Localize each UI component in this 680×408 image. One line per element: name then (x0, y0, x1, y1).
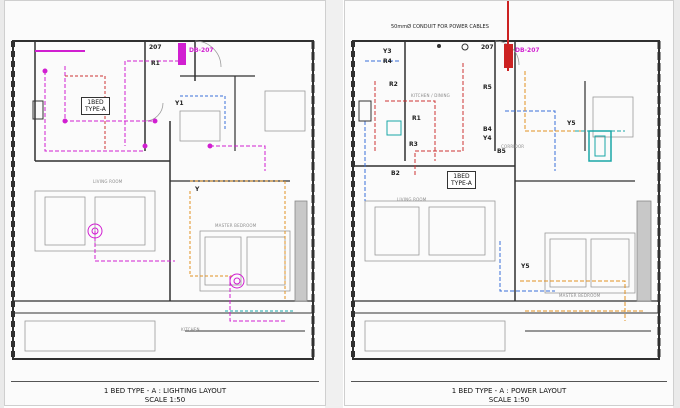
tag-r1: R1 (412, 115, 421, 122)
tag-b4: B4 (483, 126, 492, 133)
lighting-floor-plan (11, 40, 315, 360)
furniture (24, 40, 308, 352)
tag-r2: R2 (389, 81, 398, 88)
tag-r1: R1 (151, 60, 160, 67)
tag-r5: R5 (483, 84, 492, 91)
room-living: LIVING ROOM (93, 179, 123, 184)
power-circuits (364, 60, 645, 321)
tag-y3: Y3 (383, 48, 392, 55)
caption-rule (11, 381, 319, 382)
unit-label-line1: 1BED (453, 173, 470, 180)
caption-rule (351, 381, 667, 382)
power-layout-sheet: 50mmØ CONDUIT FOR POWER CABLES 1BED TYPE… (344, 0, 674, 406)
light-fixtures (32, 68, 245, 289)
room-master: MASTER BEDROOM (559, 293, 601, 298)
lighting-caption-scale: SCALE 1:50 (144, 396, 186, 404)
power-caption-title: 1 BED TYPE - A : POWER LAYOUT (451, 387, 567, 395)
center-gutter (325, 0, 343, 408)
tag-b5: B5 (497, 148, 506, 155)
unit-label-line2: TYPE-A (85, 106, 106, 113)
furniture (364, 40, 652, 352)
unit-label-box: 1BED TYPE-A (81, 97, 110, 115)
room-master: MASTER BEDROOM (215, 223, 257, 228)
distribution-board-icon (178, 43, 186, 65)
tag-y: Y (195, 186, 200, 193)
room-living: LIVING ROOM (397, 197, 427, 202)
tag-y5-lower: Y5 (521, 263, 530, 270)
room-kitchen: KITCHEN / DINING (411, 93, 450, 98)
tag-y5-upper: Y5 (567, 120, 576, 127)
tag-b2: B2 (391, 170, 400, 177)
room-kitchen: KITCHEN (181, 327, 200, 332)
unit-label-line2: TYPE-A (451, 180, 472, 187)
unit-label-box: 1BED TYPE-A (447, 171, 476, 189)
db-tag: DB-207 (515, 47, 540, 54)
tag-y1: Y1 (175, 100, 184, 107)
room-number: 207 (481, 44, 494, 51)
lighting-caption-title: 1 BED TYPE - A : LIGHTING LAYOUT (103, 387, 227, 395)
tag-r3: R3 (409, 141, 418, 148)
power-caption-scale: SCALE 1:50 (488, 396, 530, 404)
lighting-layout-sheet: 1BED TYPE-A 207 DB-207 R1 Y1 Y LIVING RO… (4, 0, 326, 406)
tag-r4: R4 (383, 58, 392, 65)
db-tag: DB-207 (189, 47, 214, 54)
room-number: 207 (149, 44, 162, 51)
tag-y4: Y4 (483, 135, 492, 142)
equipment (358, 43, 612, 162)
power-conduit (504, 1, 513, 71)
unit-label-line1: 1BED (87, 99, 104, 106)
right-gutter (673, 0, 680, 408)
room-corridor: CORRIDOR (501, 144, 525, 149)
conduit-note: 50mmØ CONDUIT FOR POWER CABLES (391, 24, 489, 30)
power-floor-plan (351, 1, 661, 360)
lighting-circuits (35, 47, 285, 322)
